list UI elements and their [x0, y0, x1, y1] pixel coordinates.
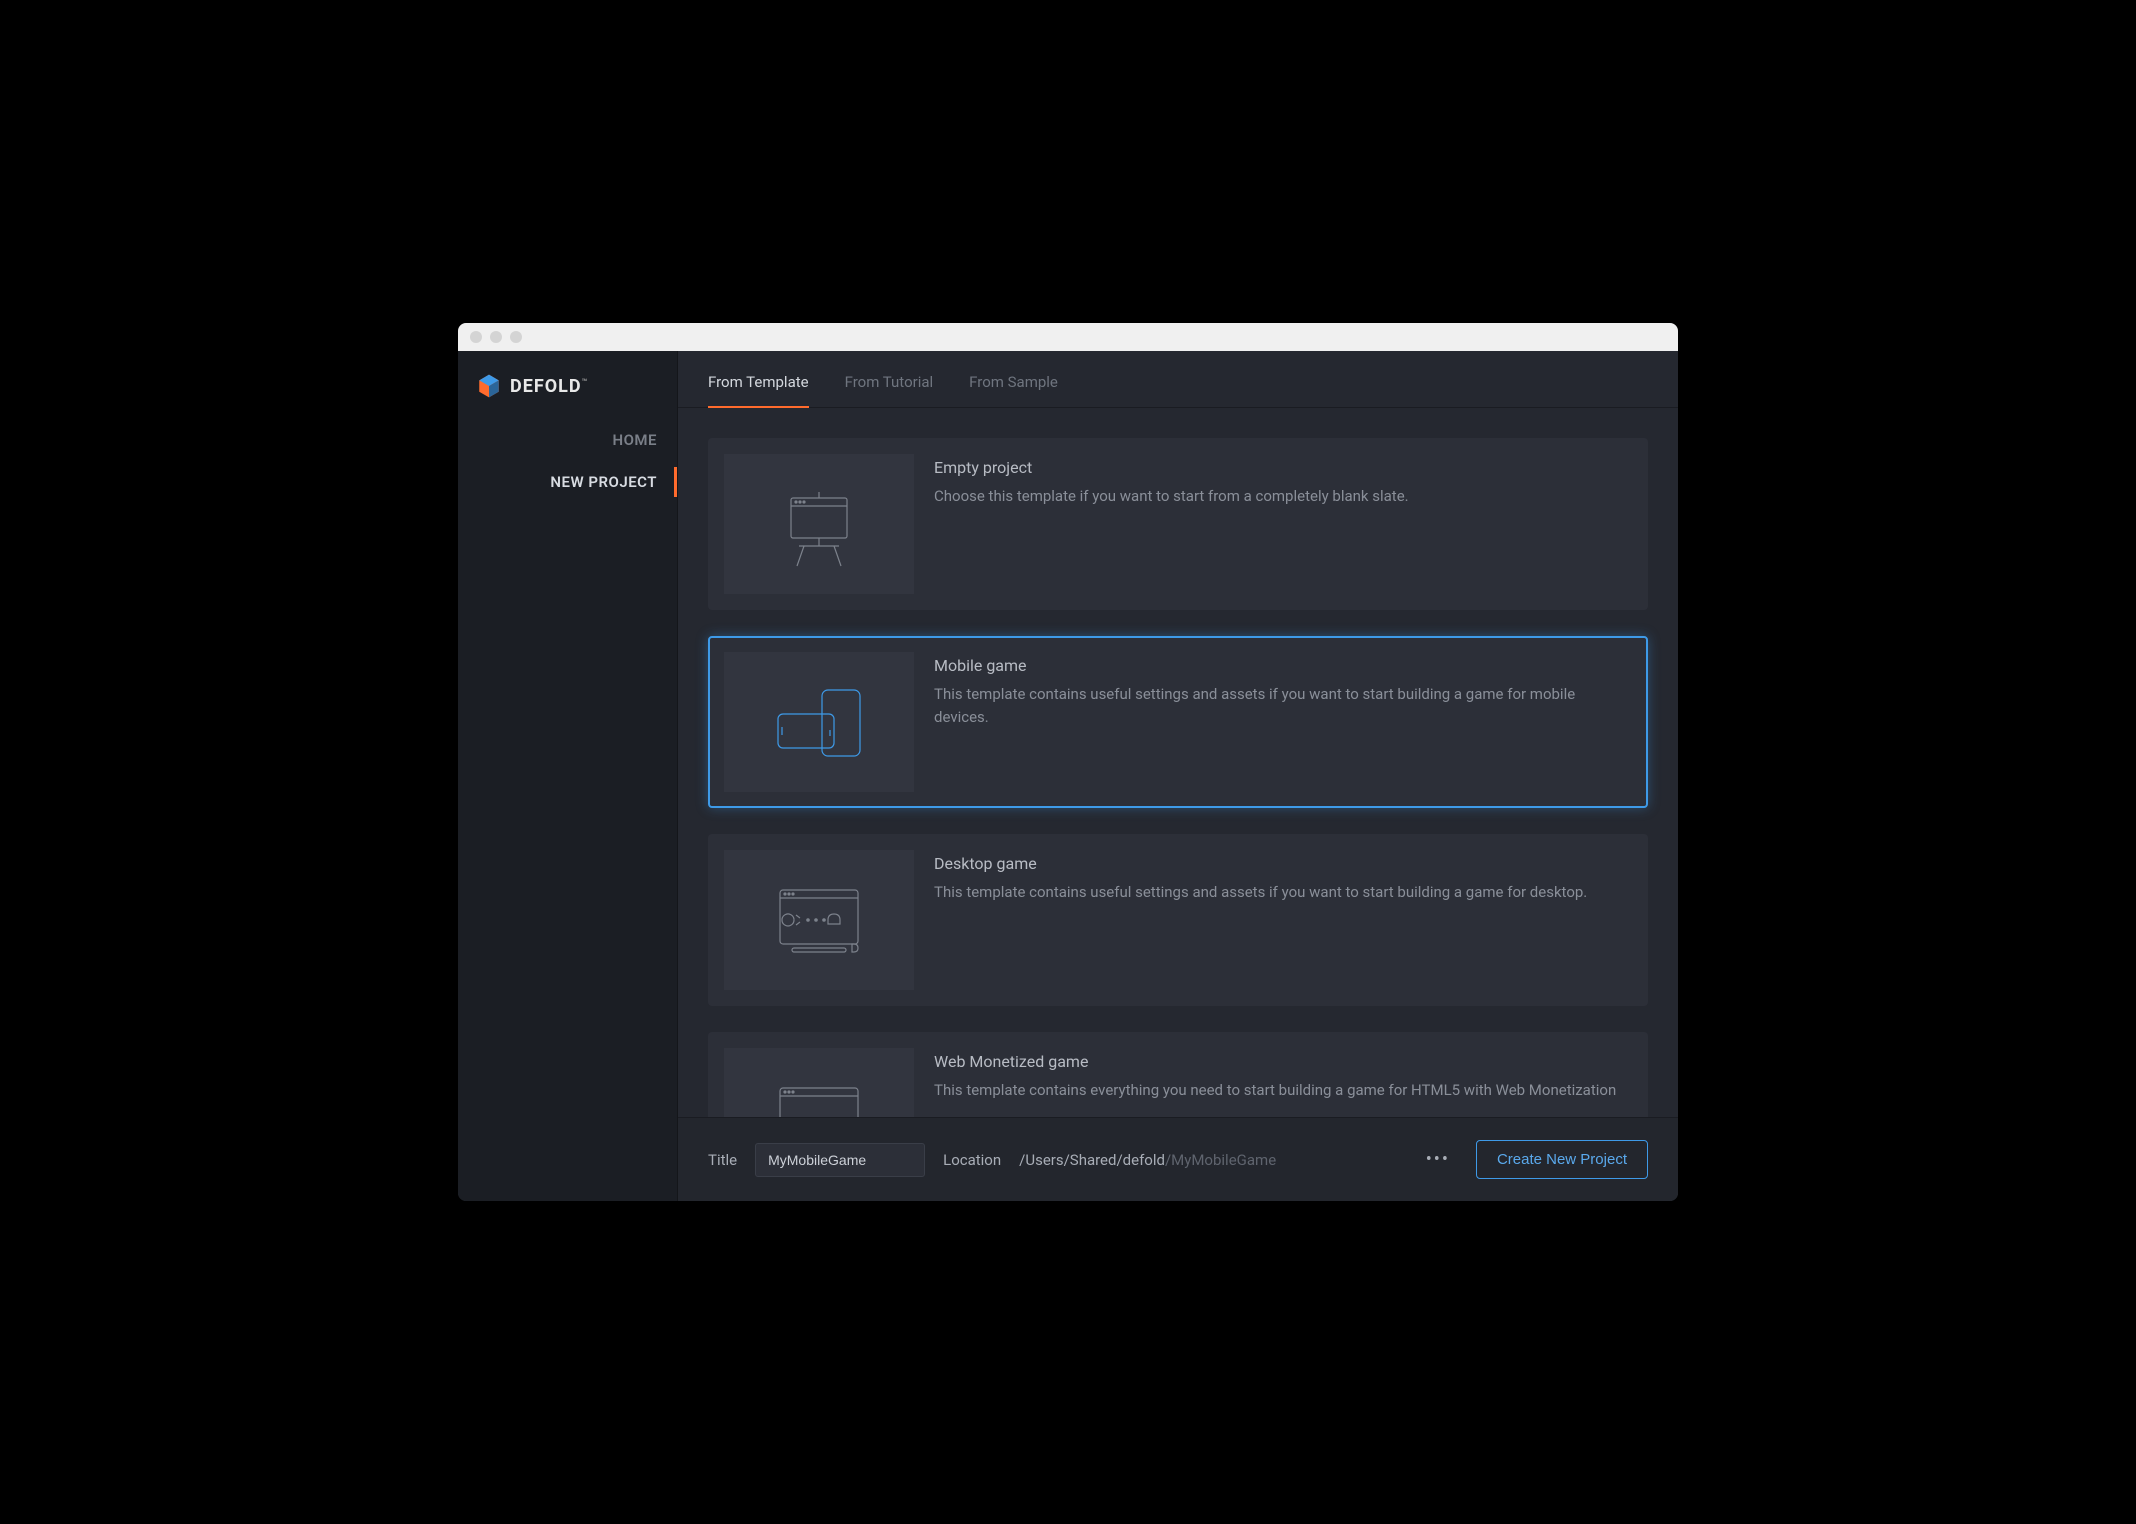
easel-icon — [769, 474, 869, 574]
app-window: DEFOLD™ HOME NEW PROJECT From Template F… — [458, 323, 1678, 1201]
location-label: Location — [943, 1151, 1001, 1169]
template-thumb — [724, 850, 914, 990]
footer-bar: Title Location /Users/Shared/defold/MyMo… — [678, 1117, 1678, 1201]
tab-from-template[interactable]: From Template — [708, 351, 809, 407]
template-thumb — [724, 1048, 914, 1117]
template-title: Mobile game — [934, 656, 1632, 675]
template-title: Empty project — [934, 458, 1632, 477]
template-title: Desktop game — [934, 854, 1632, 873]
sidebar-nav: HOME NEW PROJECT — [458, 419, 677, 503]
project-title-input[interactable] — [755, 1143, 925, 1177]
sidebar-item-new-project[interactable]: NEW PROJECT — [458, 461, 677, 503]
template-info: Web Monetized game This template contain… — [934, 1048, 1632, 1117]
template-desc: This template contains everything you ne… — [934, 1079, 1632, 1102]
template-desc: This template contains useful settings a… — [934, 683, 1632, 728]
close-window-icon[interactable] — [470, 331, 482, 343]
template-card-empty[interactable]: Empty project Choose this template if yo… — [708, 438, 1648, 610]
main-panel: From Template From Tutorial From Sample — [678, 351, 1678, 1201]
minimize-window-icon[interactable] — [490, 331, 502, 343]
logo-text: DEFOLD™ — [510, 376, 588, 397]
template-info: Mobile game This template contains usefu… — [934, 652, 1632, 792]
maximize-window-icon[interactable] — [510, 331, 522, 343]
template-thumb — [724, 454, 914, 594]
template-desc: Choose this template if you want to star… — [934, 485, 1632, 508]
template-card-desktop[interactable]: Desktop game This template contains usef… — [708, 834, 1648, 1006]
location-path: /Users/Shared/defold/MyMobileGame — [1019, 1151, 1276, 1169]
template-card-mobile[interactable]: Mobile game This template contains usefu… — [708, 636, 1648, 808]
template-list[interactable]: Empty project Choose this template if yo… — [678, 408, 1678, 1117]
window-titlebar — [458, 323, 1678, 351]
defold-logo-icon — [476, 373, 502, 399]
more-options-button[interactable]: ••• — [1418, 1145, 1458, 1174]
template-info: Desktop game This template contains usef… — [934, 850, 1632, 990]
tab-from-tutorial[interactable]: From Tutorial — [845, 351, 934, 407]
create-new-project-button[interactable]: Create New Project — [1476, 1140, 1648, 1179]
tab-from-sample[interactable]: From Sample — [969, 351, 1058, 407]
template-title: Web Monetized game — [934, 1052, 1632, 1071]
sidebar: DEFOLD™ HOME NEW PROJECT — [458, 351, 678, 1201]
tab-bar: From Template From Tutorial From Sample — [678, 351, 1678, 408]
desktop-monitor-icon — [764, 870, 874, 970]
template-card-web-monetized[interactable]: Web Monetized game This template contain… — [708, 1032, 1648, 1117]
template-info: Empty project Choose this template if yo… — [934, 454, 1632, 594]
template-desc: This template contains useful settings a… — [934, 881, 1632, 904]
template-thumb — [724, 652, 914, 792]
web-browser-icon — [764, 1068, 874, 1117]
logo: DEFOLD™ — [458, 351, 677, 419]
sidebar-item-home[interactable]: HOME — [458, 419, 677, 461]
mobile-devices-icon — [764, 672, 874, 772]
title-label: Title — [708, 1151, 737, 1169]
app-body: DEFOLD™ HOME NEW PROJECT From Template F… — [458, 351, 1678, 1201]
